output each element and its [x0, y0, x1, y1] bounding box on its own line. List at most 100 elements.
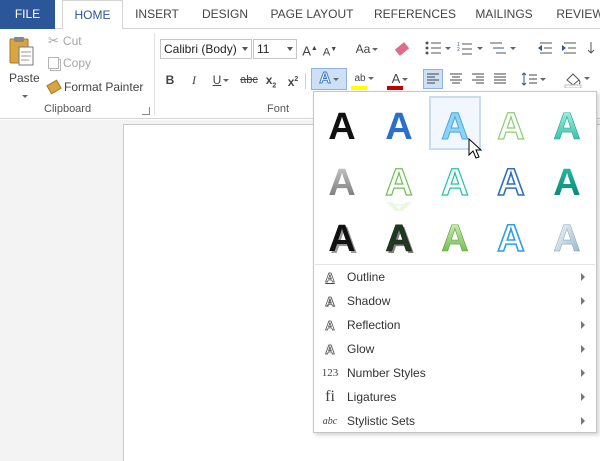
chevron-down-icon: [20, 89, 28, 103]
menu-item-label: Stylistic Sets: [347, 414, 416, 428]
grow-font-button[interactable]: A▲: [302, 39, 318, 61]
text-effect-style-1[interactable]: A: [328, 106, 355, 148]
cut-button[interactable]: ✂ Cut: [48, 31, 82, 51]
bold-icon: B: [165, 73, 175, 87]
highlight-button[interactable]: ab: [350, 69, 378, 91]
text-effect-style-7[interactable]: A: [385, 161, 414, 204]
align-center-icon[interactable]: [447, 70, 465, 88]
align-right-icon[interactable]: [469, 70, 487, 88]
text-effect-style-13[interactable]: A: [441, 218, 469, 261]
text-effect-style-3[interactable]: A: [441, 106, 469, 149]
decrease-indent-icon[interactable]: [536, 41, 554, 55]
bullets-icon[interactable]: [425, 41, 451, 55]
font-color-icon: A: [391, 71, 401, 86]
text-effect-style-11[interactable]: A: [328, 218, 355, 260]
justify-icon[interactable]: [491, 70, 509, 88]
text-effect-style-15[interactable]: A: [553, 218, 581, 260]
chevron-right-icon: [581, 273, 585, 281]
scissors-icon: ✂: [48, 33, 59, 48]
menu-item-outline[interactable]: A Outline: [315, 265, 595, 289]
strikethrough-button[interactable]: abc: [239, 70, 259, 92]
increase-indent-icon[interactable]: [560, 41, 578, 55]
menu-item-label: Outline: [347, 270, 386, 284]
italic-icon: I: [192, 73, 196, 87]
chevron-right-icon: [581, 297, 585, 305]
menu-item-label: Glow: [347, 342, 375, 356]
copy-label: Copy: [63, 56, 92, 70]
font-color-button[interactable]: A: [386, 69, 414, 91]
text-effect-style-4[interactable]: A: [497, 105, 526, 148]
text-effects-dropdown: A A A A A A A A A A A A A A A A A A A Ou…: [313, 91, 597, 433]
font-group-label: Font: [267, 103, 290, 115]
underline-icon: U: [212, 73, 222, 87]
tab-file[interactable]: FILE: [0, 0, 55, 29]
tab-mailings[interactable]: MAILINGS: [468, 0, 540, 29]
format-painter-button[interactable]: Format Painter: [46, 77, 144, 97]
format-painter-label: Format Painter: [64, 80, 144, 94]
font-name-combo[interactable]: Calibri (Body): [160, 39, 252, 59]
change-case-button[interactable]: Aa: [352, 39, 382, 61]
text-effect-style-7-reflection: A: [385, 199, 412, 214]
text-effect-style-14[interactable]: A: [496, 217, 525, 261]
text-effect-style-6[interactable]: A: [328, 162, 355, 204]
menu-item-reflection[interactable]: A Reflection: [315, 313, 595, 337]
highlighter-icon: ab: [354, 73, 366, 84]
text-effect-style-12[interactable]: A: [385, 218, 413, 261]
copy-icon: [48, 57, 59, 69]
clipboard-dialog-launcher[interactable]: [142, 107, 150, 115]
sort-icon[interactable]: [587, 41, 600, 55]
text-effects-icon: A: [319, 70, 332, 88]
clear-formatting-button[interactable]: [393, 39, 411, 61]
menu-item-ligatures[interactable]: fi Ligatures: [315, 385, 595, 409]
bold-button[interactable]: B: [163, 70, 177, 92]
tab-design[interactable]: DESIGN: [193, 0, 257, 29]
tab-insert[interactable]: INSERT: [126, 0, 188, 29]
italic-button[interactable]: I: [187, 70, 201, 92]
text-effect-style-10[interactable]: A: [553, 162, 580, 204]
chevron-down-icon: [242, 47, 248, 51]
chevron-right-icon: [581, 393, 585, 401]
text-effects-gallery-grid: A A A A A A A A A A A A A A A A A A: [328, 96, 581, 262]
text-effects-button[interactable]: A: [311, 68, 347, 90]
text-effect-style-8[interactable]: A: [441, 161, 470, 204]
copy-button[interactable]: Copy: [48, 53, 91, 73]
grow-font-icon: A: [302, 43, 311, 59]
number-styles-icon: 123: [321, 367, 339, 379]
multilevel-list-icon[interactable]: [490, 41, 516, 55]
align-left-icon: [427, 73, 439, 84]
subscript-button[interactable]: x2: [263, 70, 279, 92]
chevron-down-icon: [287, 47, 293, 51]
text-effect-style-2[interactable]: A: [385, 106, 412, 148]
strikethrough-icon: abc: [240, 74, 258, 86]
svg-text:2: 2: [457, 47, 460, 53]
tab-home[interactable]: HOME: [62, 0, 123, 30]
menu-item-number-styles[interactable]: 123 Number Styles: [315, 361, 595, 385]
text-effects-gallery: A A A A A A A A A A A A A A A A A A: [314, 92, 596, 264]
shading-icon[interactable]: [563, 70, 591, 89]
numbering-icon[interactable]: 12: [457, 41, 483, 55]
group-divider: [154, 33, 155, 115]
change-case-icon: Aa: [355, 42, 371, 56]
align-left-button[interactable]: [423, 69, 443, 89]
underline-button[interactable]: U: [207, 70, 235, 92]
paste-button[interactable]: Paste: [4, 31, 42, 99]
cut-label: Cut: [62, 34, 82, 48]
font-size-combo[interactable]: 11: [253, 39, 297, 59]
menu-item-shadow[interactable]: A Shadow: [315, 289, 595, 313]
shrink-font-button[interactable]: A▼: [322, 40, 338, 62]
menu-item-label: Reflection: [347, 318, 401, 332]
text-effect-style-5[interactable]: A: [553, 106, 581, 149]
tab-page-layout[interactable]: PAGE LAYOUT: [262, 0, 362, 29]
menu-item-stylistic-sets[interactable]: abc Stylistic Sets: [315, 409, 595, 433]
menu-item-label: Shadow: [347, 294, 391, 308]
highlight-color-bar: [351, 86, 367, 90]
menu-item-glow[interactable]: A Glow: [315, 337, 595, 361]
superscript-button[interactable]: x2: [285, 70, 301, 92]
menu-item-label: Ligatures: [347, 390, 397, 404]
eraser-icon: [394, 42, 410, 56]
line-spacing-icon[interactable]: [521, 70, 547, 88]
text-effect-style-9[interactable]: A: [496, 161, 525, 205]
tab-references[interactable]: REFERENCES: [370, 0, 460, 29]
tab-review[interactable]: REVIEW: [550, 0, 600, 29]
font-name-value: Calibri (Body): [164, 42, 237, 56]
